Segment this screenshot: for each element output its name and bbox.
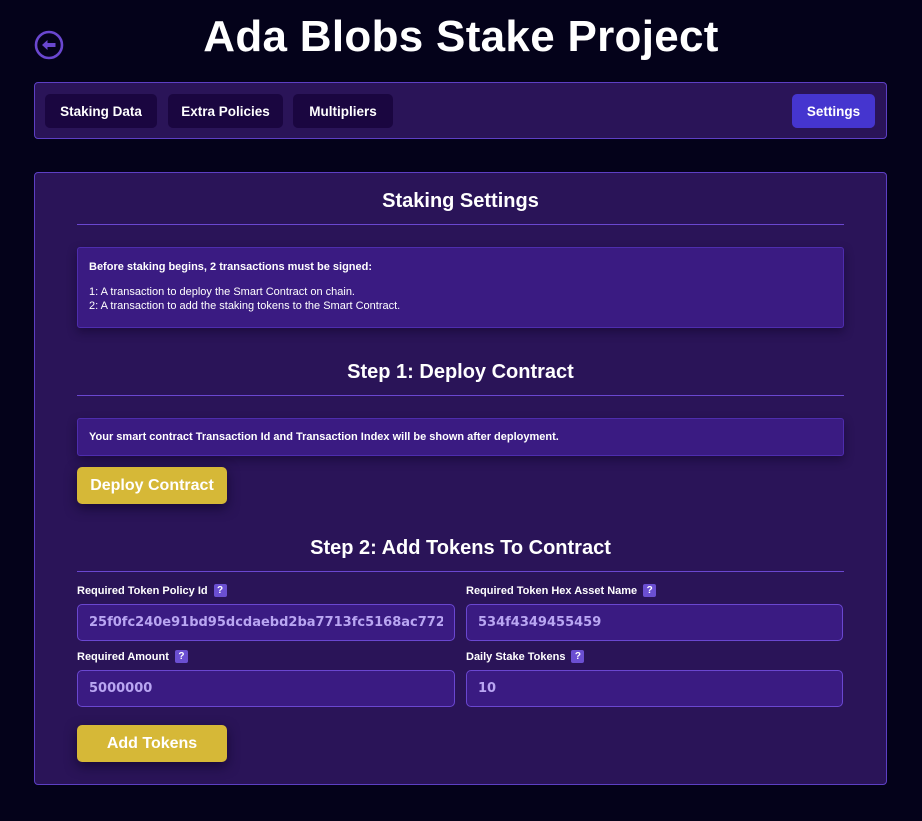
intro-line-1: 1: A transaction to deploy the Smart Con…	[89, 286, 355, 298]
tab-settings[interactable]: Settings	[792, 94, 875, 128]
top-navigation: Staking Data Extra Policies Multipliers …	[34, 82, 887, 139]
hex-asset-name-label-text: Required Token Hex Asset Name	[466, 584, 638, 597]
app-title: Ada Blobs Stake Project	[203, 12, 719, 61]
daily-stake-tokens-label: Daily Stake Tokens ?	[466, 650, 585, 663]
step1-title: Step 1: Deploy Contract	[347, 361, 574, 383]
required-amount-label-text: Required Amount	[77, 650, 169, 663]
policy-id-input[interactable]	[77, 604, 455, 641]
hex-asset-name-input[interactable]	[466, 604, 843, 641]
add-tokens-button[interactable]: Add Tokens	[77, 725, 227, 762]
required-amount-input[interactable]	[77, 670, 455, 707]
tab-extra-policies[interactable]: Extra Policies	[168, 94, 283, 128]
staking-settings-panel: Staking Settings Before staking begins, …	[34, 172, 887, 785]
intro-info-box: Before staking begins, 2 transactions mu…	[77, 247, 844, 328]
step2-title: Step 2: Add Tokens To Contract	[310, 537, 611, 559]
help-icon[interactable]: ?	[213, 584, 227, 597]
tab-staking-data[interactable]: Staking Data	[45, 94, 157, 128]
policy-id-label: Required Token Policy Id ?	[77, 584, 227, 597]
help-icon[interactable]: ?	[571, 650, 585, 663]
divider	[77, 571, 844, 572]
daily-stake-tokens-input[interactable]	[466, 670, 843, 707]
intro-line-2: 2: A transaction to add the staking toke…	[89, 300, 401, 312]
hex-asset-name-label: Required Token Hex Asset Name ?	[466, 584, 657, 597]
step1-info-box: Your smart contract Transaction Id and T…	[77, 418, 844, 456]
tab-multipliers[interactable]: Multipliers	[293, 94, 393, 128]
deploy-contract-button[interactable]: Deploy Contract	[77, 467, 227, 504]
staking-settings-title: Staking Settings	[382, 190, 539, 212]
daily-stake-tokens-label-text: Daily Stake Tokens	[466, 650, 566, 663]
intro-heading: Before staking begins, 2 transactions mu…	[89, 261, 373, 273]
required-amount-label: Required Amount ?	[77, 650, 188, 663]
divider	[77, 224, 844, 225]
divider	[77, 395, 844, 396]
policy-id-label-text: Required Token Policy Id	[77, 584, 208, 597]
help-icon[interactable]: ?	[643, 584, 657, 597]
help-icon[interactable]: ?	[174, 650, 188, 663]
